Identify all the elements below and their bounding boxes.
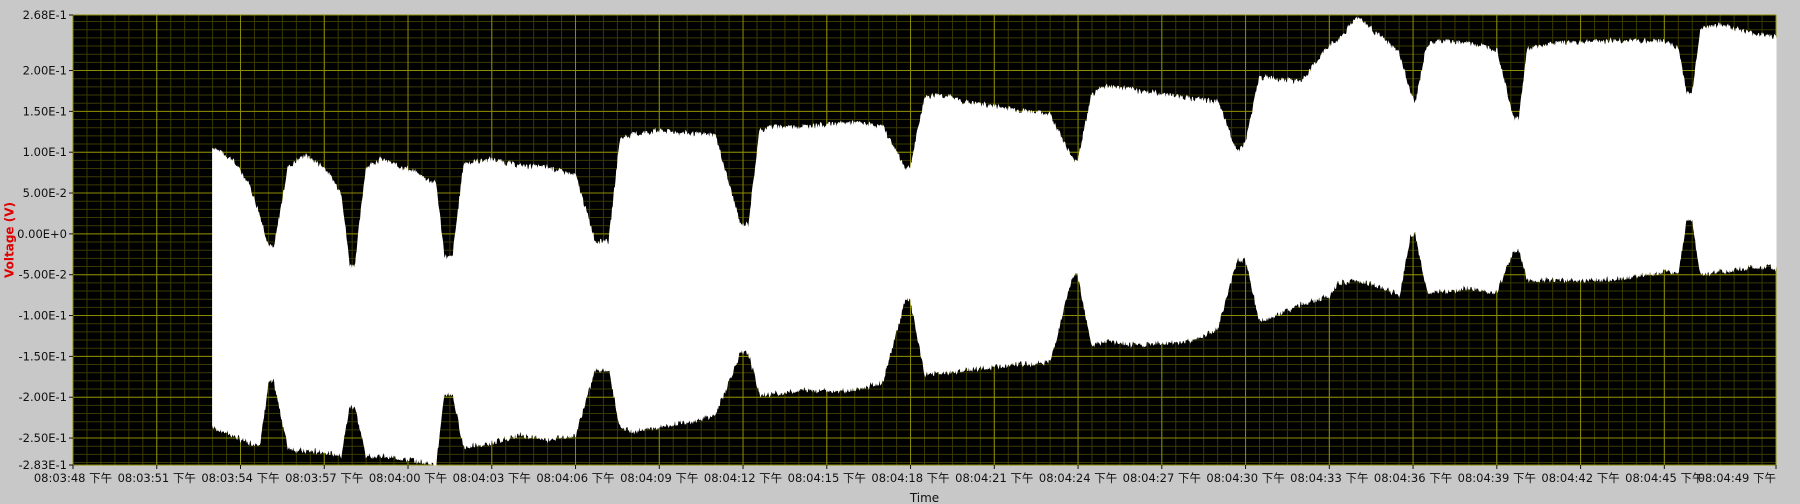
y-tick-label: -2.50E-1 [19, 431, 68, 445]
y-tick-label: 5.00E-2 [23, 186, 67, 200]
y-tick-label: -2.00E-1 [19, 390, 68, 404]
x-tick-label: 08:04:30 下午 [1206, 471, 1284, 485]
x-tick-label: 08:03:54 下午 [201, 471, 279, 485]
x-tick-label: 08:04:06 下午 [536, 471, 614, 485]
x-tick-label: 08:04:21 下午 [955, 471, 1033, 485]
x-tick-label: 08:04:42 下午 [1541, 471, 1619, 485]
x-tick-label: 08:04:39 下午 [1458, 471, 1536, 485]
x-axis-title: Time [909, 491, 939, 504]
x-tick-label: 08:04:00 下午 [369, 471, 447, 485]
y-tick-label: 2.00E-1 [23, 64, 67, 78]
x-tick-label: 08:04:49 下午 [1698, 471, 1776, 485]
x-tick-label: 08:04:18 下午 [871, 471, 949, 485]
voltage-chart: 2.68E-1 2.00E-1 1.50E-1 1.00E-1 5.00E-2 0.00E… [0, 0, 1800, 504]
y-axis-title: Voltage (V) [3, 202, 17, 278]
y-tick-label: -2.83E-1 [19, 458, 68, 472]
x-tick-label: 08:04:24 下午 [1039, 471, 1117, 485]
x-tick-label: 08:04:15 下午 [788, 471, 866, 485]
y-tick-label: -5.00E-2 [19, 268, 68, 282]
x-tick-label: 08:04:45 下午 [1625, 471, 1703, 485]
x-tick-label: 08:04:33 下午 [1290, 471, 1368, 485]
y-tick-label: 0.00E+0 [17, 227, 67, 241]
x-tick-label: 08:04:09 下午 [620, 471, 698, 485]
y-tick-label: 1.00E-1 [23, 145, 67, 159]
x-tick-label: 08:04:27 下午 [1123, 471, 1201, 485]
y-tick-label: -1.00E-1 [19, 309, 68, 323]
x-tick-label: 08:04:12 下午 [704, 471, 782, 485]
x-tick-label: 08:03:51 下午 [118, 471, 196, 485]
x-tick-label: 08:04:36 下午 [1374, 471, 1452, 485]
x-tick-label: 08:03:48 下午 [34, 471, 112, 485]
y-tick-label: 2.68E-1 [23, 8, 67, 22]
y-tick-label: -1.50E-1 [19, 349, 68, 363]
x-tick-label: 08:03:57 下午 [285, 471, 363, 485]
x-tick-label: 08:04:03 下午 [453, 471, 531, 485]
y-tick-label: 1.50E-1 [23, 104, 67, 118]
